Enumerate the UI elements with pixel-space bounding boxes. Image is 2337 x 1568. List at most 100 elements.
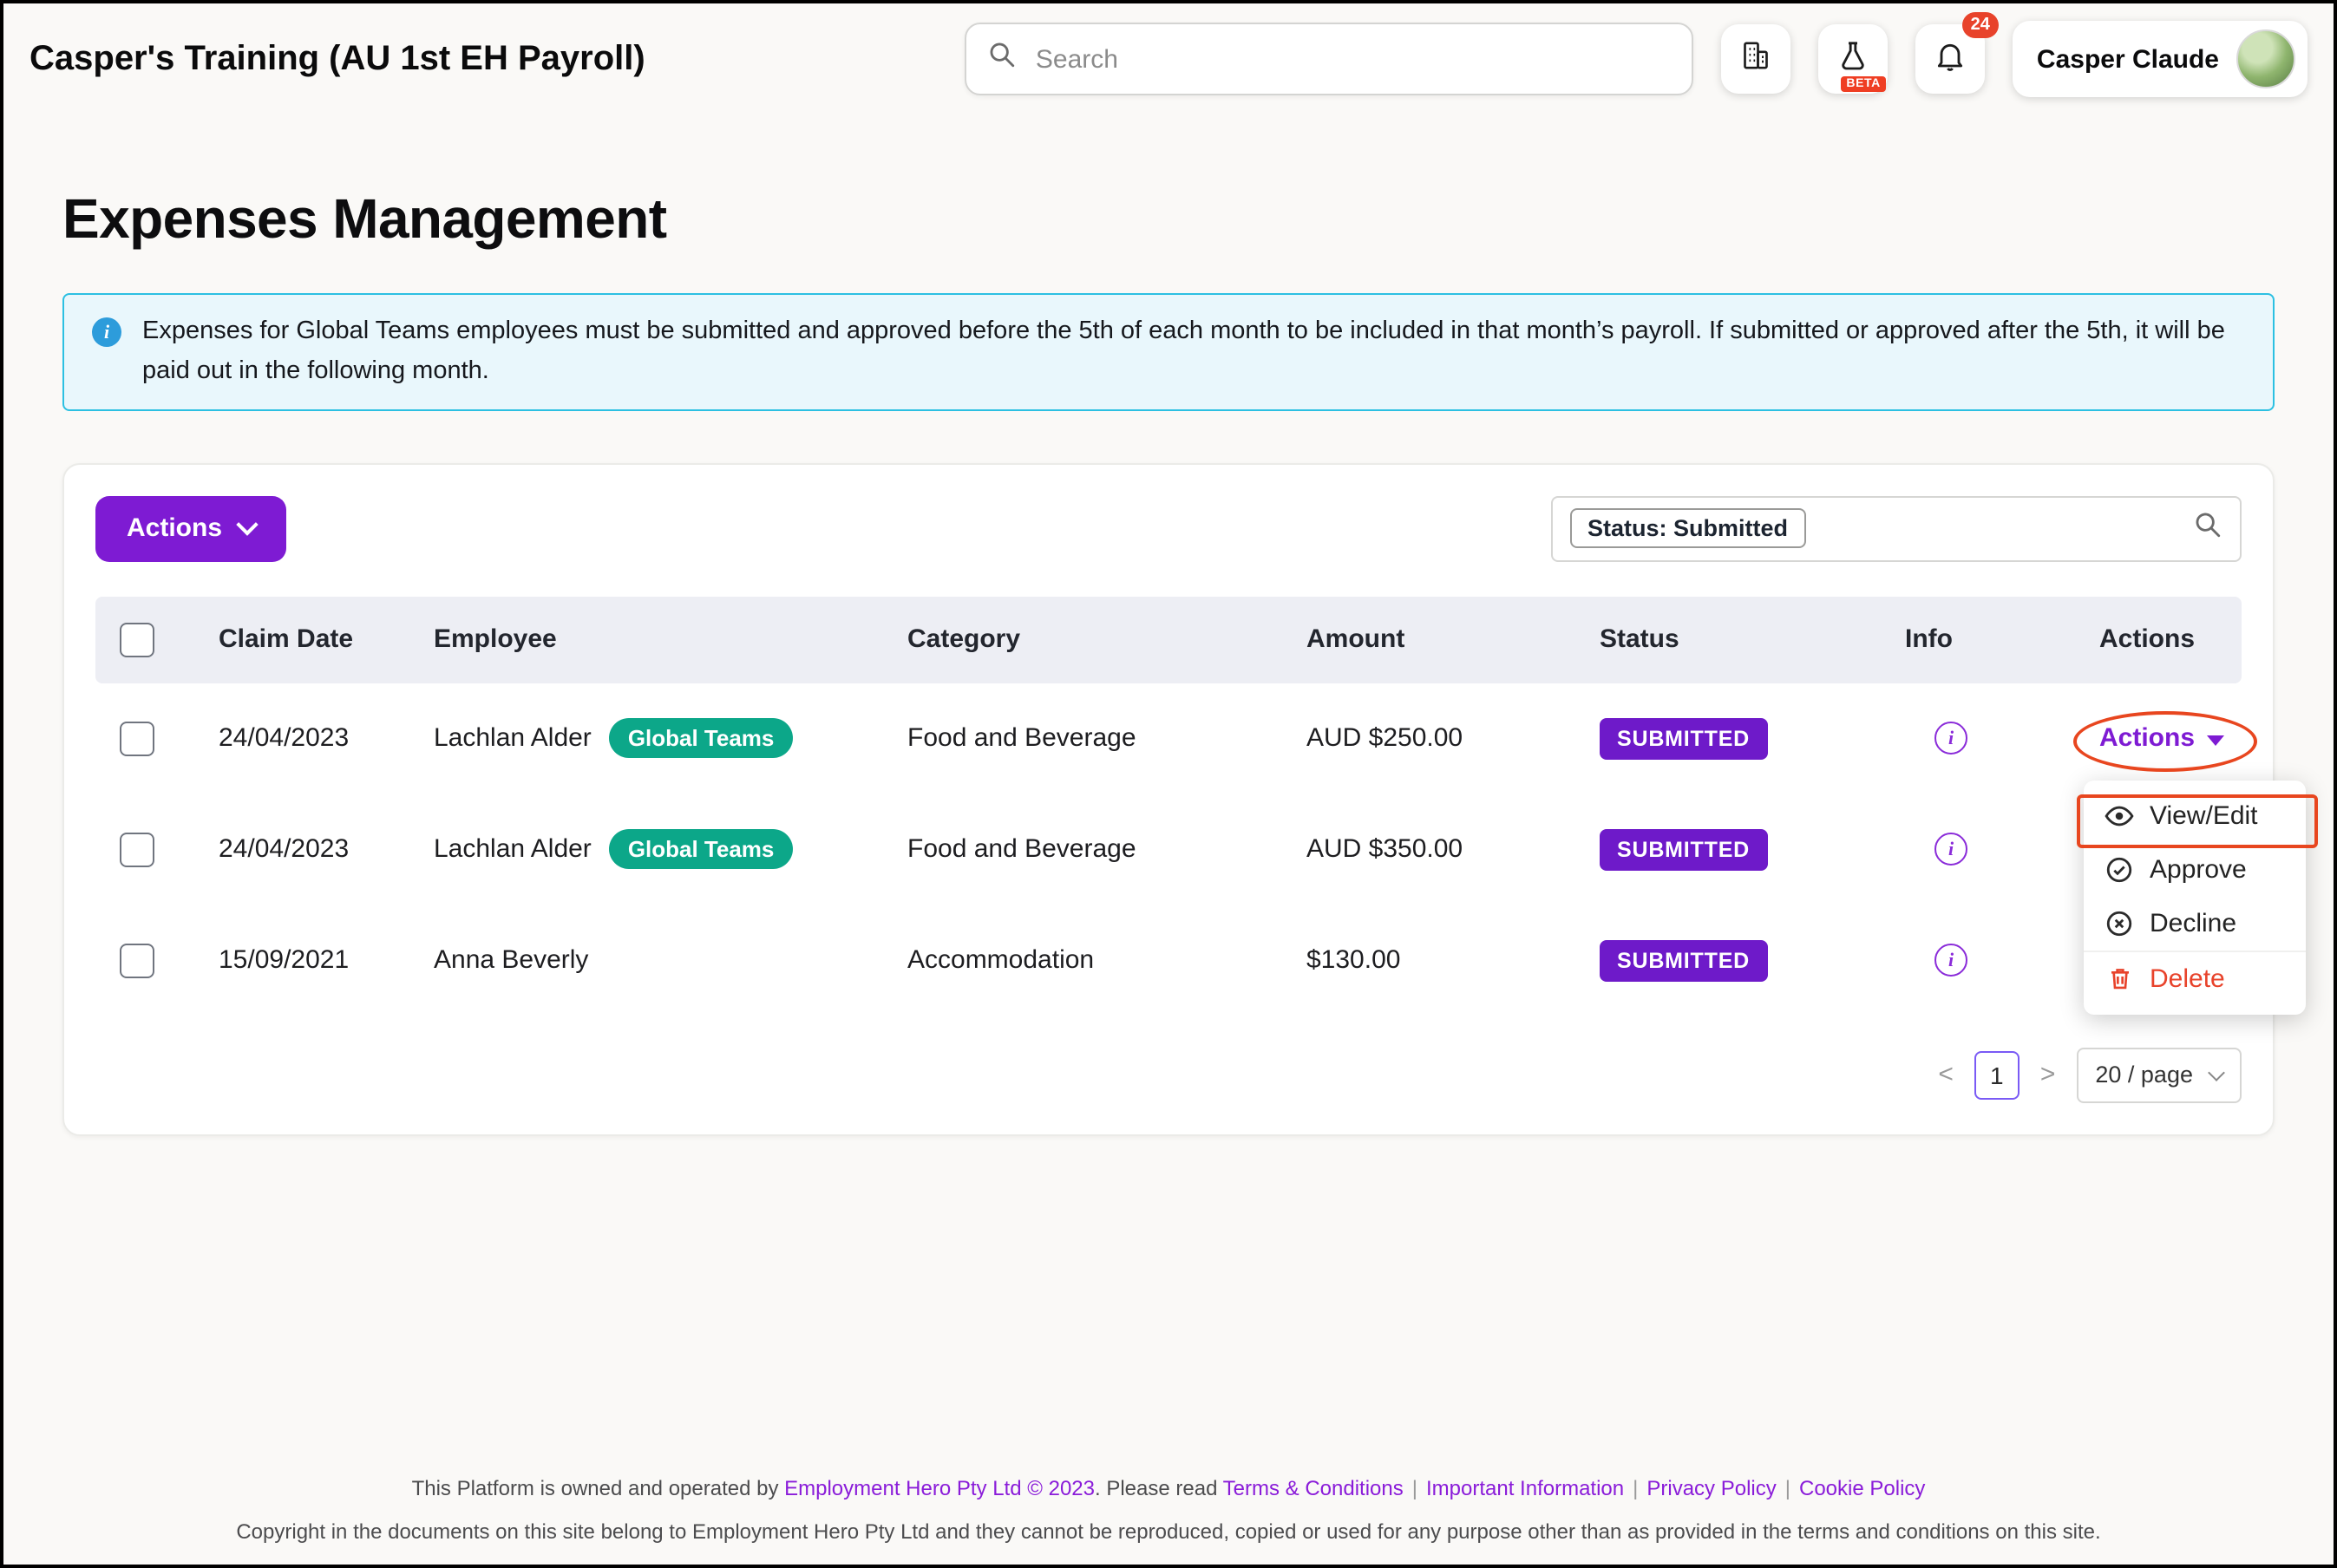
footer: This Platform is owned and operated by E… [3,1476,2334,1544]
category-cell: Accommodation [867,946,1267,976]
menu-item-decline[interactable]: Decline [2084,897,2306,951]
amount-cell: AUD $350.00 [1267,835,1560,865]
col-actions: Actions [2059,625,2242,655]
col-status: Status [1560,625,1865,655]
employee-cell: Lachlan Alder Global Teams [394,830,867,870]
app-window: Casper's Training (AU 1st EH Payroll) BE… [0,0,2337,1568]
select-all-checkbox[interactable] [120,623,154,657]
page-title: Expenses Management [62,187,2275,252]
status-badge: SUBMITTED [1600,829,1767,871]
user-menu[interactable]: Casper Claude [2013,21,2308,97]
employee-name: Lachlan Alder [434,724,592,754]
next-page-button[interactable]: > [2037,1061,2059,1090]
org-switcher-button[interactable] [1721,24,1790,94]
col-info: Info [1865,625,2059,655]
menu-item-label: Delete [2150,964,2225,994]
prev-page-button[interactable]: < [1934,1061,1957,1090]
menu-item-view-edit[interactable]: View/Edit [2084,789,2306,843]
card-toolbar: Actions Status: Submitted [95,496,2242,562]
employee-name: Lachlan Alder [434,835,592,865]
page-number-button[interactable]: 1 [1974,1051,2020,1100]
category-cell: Food and Beverage [867,835,1267,865]
footer-copyright: Copyright in the documents on this site … [3,1519,2334,1544]
beta-badge: BETA [1841,76,1886,92]
search-input[interactable] [1032,42,1671,75]
table-body: 24/04/2023 Lachlan Alder Global Teams Fo… [95,683,2242,1016]
status-badge: SUBMITTED [1600,718,1767,760]
avatar [2236,29,2295,88]
top-header: Casper's Training (AU 1st EH Payroll) BE… [3,3,2334,114]
page-size-label: 20 / page [2095,1062,2193,1088]
menu-item-label: Approve [2150,855,2247,885]
user-name: Casper Claude [2037,44,2219,74]
privacy-policy-link[interactable]: Privacy Policy [1646,1476,1776,1500]
row-checkbox[interactable] [120,833,154,867]
status-badge: SUBMITTED [1600,940,1767,982]
row-actions-dropdown: View/Edit Approve [2084,781,2306,1015]
flask-icon [1836,37,1870,81]
amount-cell: AUD $250.00 [1267,724,1560,754]
chevron-down-icon [236,514,258,536]
expenses-card: Actions Status: Submitted Claim Date Emp… [62,463,2275,1136]
menu-item-delete[interactable]: Delete [2084,951,2306,1006]
footer-owned-text: This Platform is owned and operated by [412,1476,785,1500]
row-checkbox[interactable] [120,944,154,978]
menu-item-label: View/Edit [2150,801,2258,831]
building-icon [1738,37,1773,81]
global-teams-badge: Global Teams [609,719,794,759]
trash-icon [2105,965,2134,993]
employee-cell: Lachlan Alder Global Teams [394,719,867,759]
filter-tag[interactable]: Status: Submitted [1570,509,1805,549]
important-info-link[interactable]: Important Information [1426,1476,1624,1500]
cookie-policy-link[interactable]: Cookie Policy [1799,1476,1925,1500]
amount-cell: $130.00 [1267,946,1560,976]
employee-name: Anna Beverly [434,946,588,976]
terms-link[interactable]: Terms & Conditions [1223,1476,1404,1500]
menu-item-approve[interactable]: Approve [2084,843,2306,897]
row-actions-trigger[interactable]: Actions [2099,724,2224,754]
menu-item-label: Decline [2150,909,2236,938]
table-row: 24/04/2023 Lachlan Alder Global Teams Fo… [95,683,2242,794]
category-cell: Food and Beverage [867,724,1267,754]
labs-button[interactable]: BETA [1818,24,1888,94]
search-icon [987,40,1017,78]
row-actions-label: Actions [2099,724,2195,754]
actions-button-label: Actions [127,514,222,544]
notification-count-badge: 24 [1962,12,1999,38]
info-icon: i [92,317,121,347]
row-info-icon[interactable]: i [1934,722,1967,755]
check-circle-icon [2105,855,2134,885]
claim-date-cell: 15/09/2021 [179,946,394,976]
col-category: Category [867,625,1267,655]
x-circle-icon [2105,909,2134,938]
col-employee: Employee [394,625,867,655]
info-banner-text: Expenses for Global Teams employees must… [142,312,2245,392]
global-search[interactable] [965,23,1693,95]
footer-separator: | [1412,1476,1417,1500]
pagination: < 1 > 20 / page [95,1048,2242,1103]
filter-search-icon [2193,510,2222,548]
table-row: 15/09/2021 Anna Beverly Accommodation $1… [95,905,2242,1016]
actions-menu-button[interactable]: Actions [95,496,286,562]
page-size-select[interactable]: 20 / page [2076,1048,2242,1103]
row-checkbox[interactable] [120,722,154,756]
caret-down-icon [2207,735,2224,746]
app-title: Casper's Training (AU 1st EH Payroll) [29,39,645,79]
notifications-button[interactable]: 24 [1915,24,1985,94]
employee-cell: Anna Beverly [394,946,867,976]
actions-cell: Actions View/Edit [2059,683,2242,794]
info-banner: i Expenses for Global Teams employees mu… [62,293,2275,411]
footer-separator: | [1785,1476,1790,1500]
table-row: 24/04/2023 Lachlan Alder Global Teams Fo… [95,794,2242,905]
chevron-down-icon [2208,1064,2225,1081]
global-teams-badge: Global Teams [609,830,794,870]
employment-hero-link[interactable]: Employment Hero Pty Ltd © 2023 [784,1476,1095,1500]
footer-separator: | [1633,1476,1638,1500]
row-info-icon[interactable]: i [1934,944,1967,977]
row-info-icon[interactable]: i [1934,833,1967,866]
status-filter-input[interactable]: Status: Submitted [1551,496,2242,562]
table-header-row: Claim Date Employee Category Amount Stat… [95,597,2242,683]
col-claim-date: Claim Date [179,625,394,655]
bell-icon [1933,37,1967,81]
footer-please-read-text: . Please read [1095,1476,1223,1500]
